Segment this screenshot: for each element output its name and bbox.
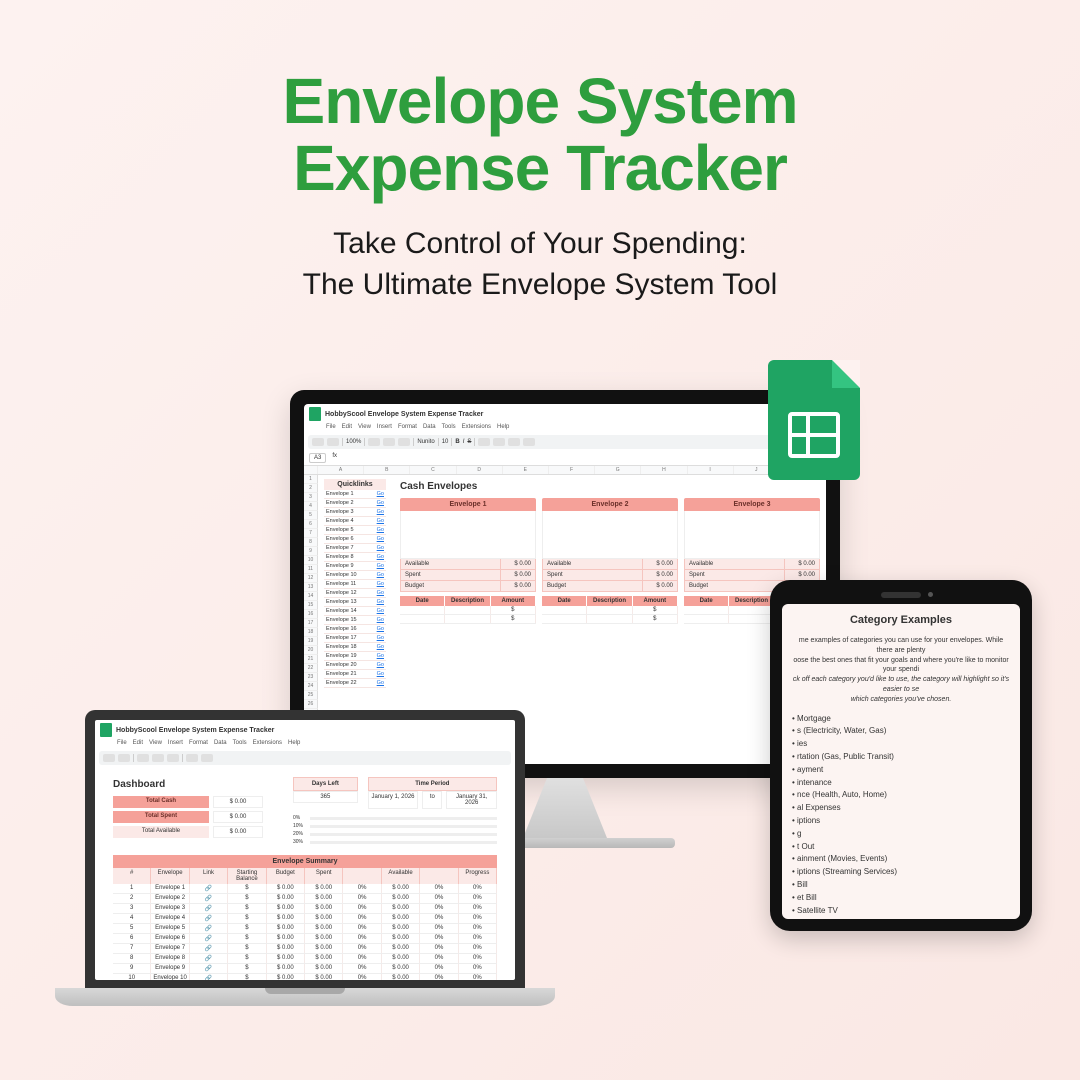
fx-icon: fx bbox=[332, 453, 337, 463]
total-available-value: $ 0.00 bbox=[213, 826, 263, 838]
document-title: HobbyScool Envelope System Expense Track… bbox=[325, 411, 483, 418]
tablet-mockup: Category Examples me examples of categor… bbox=[770, 580, 1032, 931]
period-from: January 1, 2026 bbox=[368, 791, 419, 809]
sheets-logo-icon bbox=[309, 407, 321, 421]
quicklinks-heading: Quicklinks bbox=[324, 479, 386, 490]
document-title: HobbyScool Envelope System Expense Track… bbox=[116, 727, 274, 734]
category-examples-heading: Category Examples bbox=[788, 614, 1014, 626]
cell-reference[interactable]: A3 bbox=[309, 453, 326, 463]
cash-envelopes-heading: Cash Envelopes bbox=[400, 481, 820, 492]
total-cash-label: Total Cash bbox=[113, 796, 209, 808]
period-to: January 31, 2026 bbox=[446, 791, 497, 809]
total-available-label: Total Available bbox=[113, 826, 209, 838]
time-period-label: Time Period bbox=[368, 777, 497, 791]
sheets-logo-icon bbox=[100, 723, 112, 737]
menu-bar[interactable]: FileEditViewInsertFormatDataToolsExtensi… bbox=[95, 740, 515, 749]
menu-bar[interactable]: FileEditViewInsertFormatDataToolsExtensi… bbox=[304, 424, 826, 433]
category-list: Mortgages (Electricity, Water, Gas)iesrt… bbox=[788, 713, 1014, 919]
total-cash-value: $ 0.00 bbox=[213, 796, 263, 808]
envelope-summary-heading: Envelope Summary bbox=[113, 855, 497, 868]
toolbar[interactable]: 100% Nunito 10 B I S bbox=[308, 435, 822, 449]
dashboard-heading: Dashboard bbox=[113, 779, 263, 790]
total-spent-value: $ 0.00 bbox=[213, 811, 263, 823]
subtitle: Take Control of Your Spending: The Ultim… bbox=[0, 224, 1080, 305]
toolbar[interactable] bbox=[99, 751, 511, 765]
page-title: Envelope System Expense Tracker bbox=[0, 0, 1080, 202]
total-spent-label: Total Spent bbox=[113, 811, 209, 823]
days-left-value: 365 bbox=[293, 791, 358, 803]
google-sheets-icon bbox=[768, 360, 860, 480]
device-mockups: HobbyScool Envelope System Expense Track… bbox=[0, 370, 1080, 1080]
laptop-mockup: HobbyScool Envelope System Expense Track… bbox=[55, 710, 555, 1006]
category-description: me examples of categories you can use fo… bbox=[792, 636, 1010, 705]
days-left-label: Days Left bbox=[293, 777, 358, 791]
